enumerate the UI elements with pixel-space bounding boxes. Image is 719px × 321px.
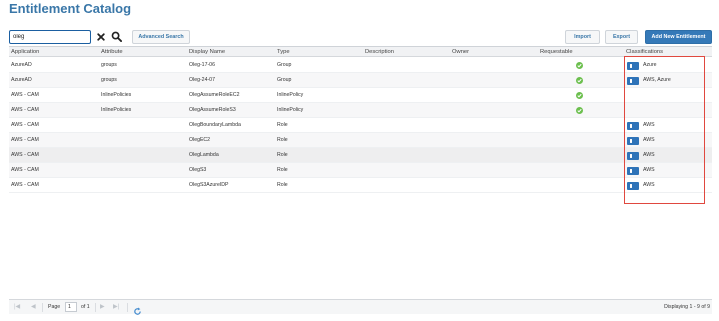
pager-separator [127,303,128,312]
cell-type: Group [277,62,292,68]
cell-application: AWS - CAM [11,152,39,158]
import-button[interactable]: Import [565,30,600,44]
search-icon[interactable] [110,29,123,44]
cell-application: AzureAD [11,62,32,68]
table-row[interactable]: AWS - CAM InlinePolicies OlegAssumeRoleEC2… [9,88,712,103]
cell-display-name: OlegS3AzureIDP [189,182,229,188]
pager-separator [95,303,96,312]
cell-display-name: Oleg-17-06 [189,62,215,68]
next-page-icon[interactable]: ▶ [100,304,105,311]
column-header-application[interactable]: Application [11,47,39,57]
column-header-description[interactable]: Description [365,47,394,57]
cell-application: AzureAD [11,77,32,83]
column-header-requestable[interactable]: Requestable [540,47,573,57]
table-row[interactable]: AWS - CAM OlegBoundaryLambda Role AWS [9,118,712,133]
cell-type: InlinePolicy [277,107,304,113]
cell-type: Role [277,182,288,188]
cell-attribute: groups [101,62,117,68]
cell-display-name: OlegBoundaryLambda [189,122,241,128]
requestable-check-icon [576,77,583,84]
table-row[interactable]: AWS - CAM InlinePolicies OlegAssumeRoleS3 I… [9,103,712,118]
column-header-type[interactable]: Type [277,47,290,57]
cell-application: AWS - CAM [11,182,39,188]
advanced-search-button[interactable]: Advanced Search [132,30,190,44]
add-new-entitlement-button[interactable]: Add New Entitlement [645,30,712,44]
cell-attribute: InlinePolicies [101,107,132,113]
requestable-check-icon [576,62,583,69]
table-row[interactable]: AWS - CAM OlegEC2 Role AWS [9,133,712,148]
cell-type: Role [277,167,288,173]
search-input[interactable] [9,30,91,44]
clear-search-icon[interactable] [95,30,107,44]
cell-type: Role [277,152,288,158]
cell-display-name: OlegLambda [189,152,219,158]
page-count-label: of 1 [81,304,90,310]
classifications-highlight [624,56,705,204]
column-header-owner[interactable]: Owner [452,47,469,57]
cell-display-name: OlegEC2 [189,137,211,143]
grid-header: Application Attribute Display Name Type … [9,47,712,57]
first-page-icon[interactable]: |◀ [14,304,20,311]
cell-type: InlinePolicy [277,92,304,98]
page-label: Page [48,304,61,310]
cell-application: AWS - CAM [11,137,39,143]
previous-page-icon[interactable]: ◀ [31,304,36,311]
cell-type: Role [277,137,288,143]
cell-application: AWS - CAM [11,92,39,98]
cell-type: Role [277,122,288,128]
cell-display-name: Oleg-24-07 [189,77,215,83]
column-header-display-name[interactable]: Display Name [189,47,225,57]
pager-separator [42,303,43,312]
column-header-attribute[interactable]: Attribute [101,47,123,57]
table-row[interactable]: AzureAD groups Oleg-17-06 Group Azure [9,58,712,73]
cell-display-name: OlegS3 [189,167,207,173]
pagination-bar: |◀ ◀ Page of 1 ▶ ▶| Displaying 1 - 9 of … [9,299,712,315]
last-page-icon[interactable]: ▶| [113,304,119,311]
table-row[interactable]: AWS - CAM OlegS3AzureIDP Role AWS [9,178,712,193]
refresh-icon[interactable] [133,303,142,315]
cell-application: AWS - CAM [11,167,39,173]
cell-application: AWS - CAM [11,122,39,128]
cell-attribute: groups [101,77,117,83]
cell-attribute: InlinePolicies [101,92,132,98]
table-row[interactable]: AWS - CAM OlegS3 Role AWS [9,163,712,178]
entitlement-grid: Application Attribute Display Name Type … [9,46,712,299]
page-title: Entitlement Catalog [9,1,132,16]
page-number-input[interactable] [65,302,77,312]
displaying-count: Displaying 1 - 9 of 9 [664,304,710,310]
cell-type: Group [277,77,292,83]
table-row[interactable]: AWS - CAM OlegLambda Role AWS [9,148,712,163]
cell-display-name: OlegAssumeRoleS3 [189,107,236,113]
table-row[interactable]: AzureAD groups Oleg-24-07 Group AWS, Azure [9,73,712,88]
export-button[interactable]: Export [605,30,638,44]
cell-display-name: OlegAssumeRoleEC2 [189,92,240,98]
requestable-check-icon [576,107,583,114]
cell-application: AWS - CAM [11,107,39,113]
requestable-check-icon [576,92,583,99]
